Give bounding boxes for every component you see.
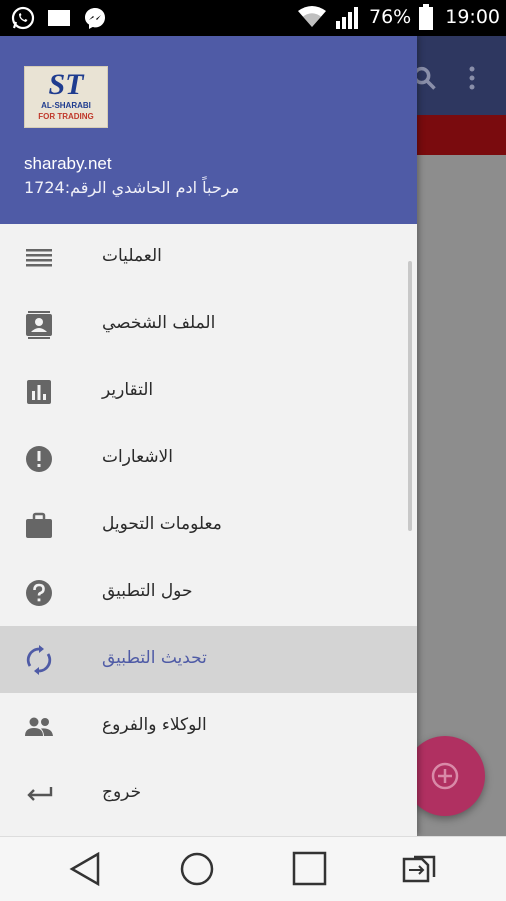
help-icon <box>26 580 52 606</box>
clock: 19:00 <box>445 6 500 28</box>
alert-icon <box>26 446 52 472</box>
menu-item-label: الاشعارات <box>102 447 173 467</box>
briefcase-icon <box>26 512 52 538</box>
drawer-scrollbar[interactable] <box>408 261 412 531</box>
whatsapp-icon <box>11 6 35 30</box>
menu-item-label: العمليات <box>102 246 162 266</box>
menu-item-about[interactable]: حول التطبيق <box>0 559 417 626</box>
screen: 76% 19:00 ST AL-SHARABI FOR TRADING shar… <box>0 0 506 901</box>
exit-arrow-icon <box>27 787 53 801</box>
menu-item-label: الملف الشخصي <box>102 313 216 333</box>
menu-item-logout[interactable]: خروج <box>0 760 417 827</box>
more-options-icon[interactable] <box>462 64 482 92</box>
menu-item-label: معلومات التحويل <box>102 514 222 534</box>
add-circle-icon <box>431 762 459 790</box>
menu-item-transfer-info[interactable]: معلومات التحويل <box>0 492 417 559</box>
menu-item-reports[interactable]: التقارير <box>0 358 417 425</box>
message-icon <box>48 10 70 26</box>
menu-item-label: خروج <box>102 782 142 802</box>
status-right: 76% 19:00 <box>297 4 500 30</box>
system-nav-bar <box>0 836 506 901</box>
menu-item-operations[interactable]: العمليات <box>0 224 417 291</box>
welcome-message: مرحباً ادم الحاشدي الرقم:1724 <box>24 178 240 197</box>
logo-mark: ST <box>48 68 84 101</box>
navigation-drawer: ST AL-SHARABI FOR TRADING sharaby.net مر… <box>0 36 417 836</box>
home-icon[interactable] <box>177 851 217 887</box>
drawer-header: ST AL-SHARABI FOR TRADING sharaby.net مر… <box>0 36 417 224</box>
menu-item-label: الوكلاء والفروع <box>102 715 207 735</box>
status-bar: 76% 19:00 <box>0 0 506 36</box>
back-icon[interactable] <box>66 851 106 887</box>
menu-item-update-app[interactable]: تحديث التطبيق <box>0 626 417 693</box>
messenger-icon <box>85 8 105 29</box>
recents-icon[interactable] <box>289 851 329 887</box>
site-name: sharaby.net <box>24 154 112 173</box>
status-left <box>10 6 108 30</box>
battery-icon <box>419 4 434 30</box>
list-icon <box>26 249 52 267</box>
logo-line-2: FOR TRADING <box>38 112 94 121</box>
logo-line-1: AL-SHARABI <box>41 101 91 110</box>
people-icon <box>25 717 53 736</box>
menu-item-agents-branches[interactable]: الوكلاء والفروع <box>0 693 417 760</box>
bar-chart-icon <box>27 380 51 404</box>
signal-icon <box>336 7 358 29</box>
menu-item-label: تحديث التطبيق <box>102 648 207 668</box>
wifi-icon <box>298 6 326 27</box>
contact-card-icon <box>26 311 52 339</box>
add-fab-button[interactable] <box>405 736 485 816</box>
menu-item-profile[interactable]: الملف الشخصي <box>0 291 417 358</box>
sync-icon <box>26 645 52 675</box>
menu-item-label: حول التطبيق <box>102 581 193 601</box>
company-logo: ST AL-SHARABI FOR TRADING <box>24 66 108 128</box>
battery-percent: 76% <box>369 6 412 28</box>
menu-item-notifications[interactable]: الاشعارات <box>0 425 417 492</box>
switch-sim-icon[interactable] <box>400 851 440 887</box>
menu-item-label: التقارير <box>102 380 154 400</box>
